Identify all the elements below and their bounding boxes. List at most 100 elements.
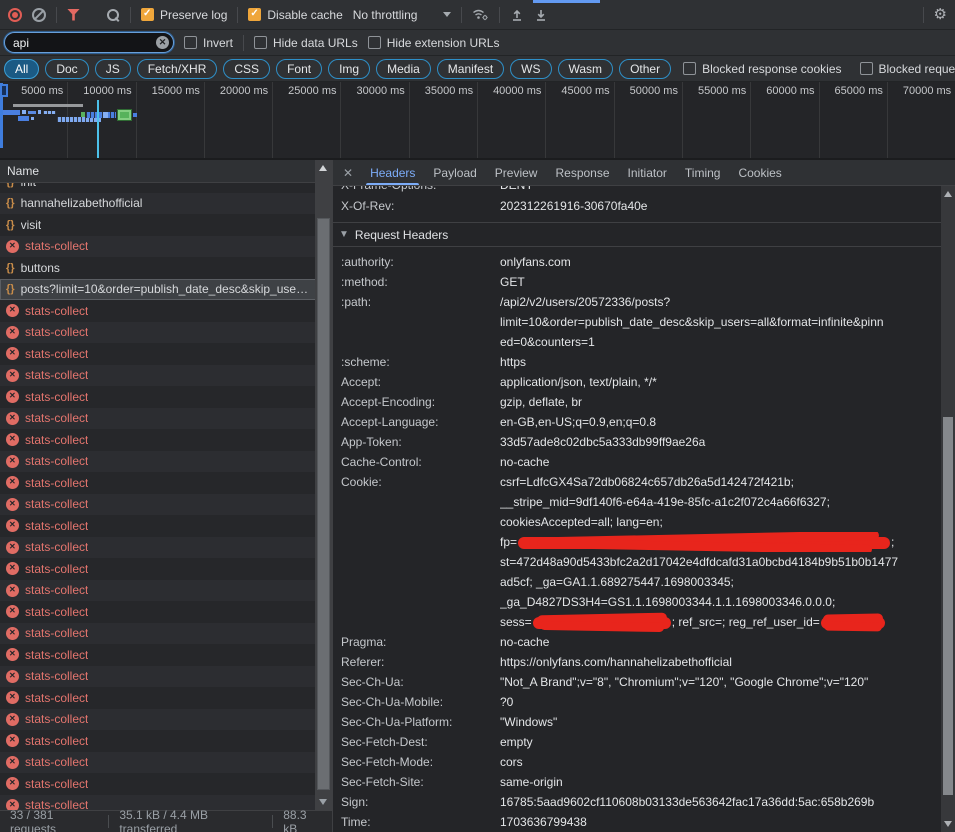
request-row[interactable]: {}visit [0,214,332,236]
request-row[interactable]: stats-collect [0,322,332,344]
tab-response[interactable]: Response [546,160,618,185]
header-value-line: _ga_D4827DS3H4=GS1.1.1698003344.1.1.1698… [500,592,941,612]
close-icon[interactable]: ✕ [341,166,361,180]
request-row[interactable]: stats-collect [0,515,332,537]
type-chip-media[interactable]: Media [376,59,431,79]
request-row[interactable]: {}buttons [0,257,332,279]
status-divider [272,815,273,828]
request-row[interactable]: {}init [0,183,332,193]
disable-cache-label: Disable cache [267,8,342,22]
settings-gear-icon[interactable]: ⚙ [934,7,947,22]
record-icon[interactable] [8,8,22,22]
type-chip-all[interactable]: All [4,59,39,79]
request-row[interactable]: stats-collect [0,558,332,580]
invert-toggle[interactable]: Invert [184,36,233,50]
scroll-down-icon[interactable] [944,821,952,827]
scrollbar-thumb[interactable] [943,417,953,795]
scroll-up-icon[interactable] [319,165,327,171]
header-name: Pragma: [333,632,500,652]
preserve-log-toggle[interactable]: Preserve log [141,8,227,22]
request-row[interactable]: stats-collect [0,623,332,645]
request-row[interactable]: stats-collect [0,300,332,322]
network-conditions-icon[interactable] [472,8,489,21]
import-har-icon[interactable] [510,8,524,22]
throttling-select[interactable]: No throttling [353,8,452,22]
request-row[interactable]: stats-collect [0,365,332,387]
type-chip-manifest[interactable]: Manifest [437,59,504,79]
clear-icon[interactable] [32,8,46,22]
checkbox-icon[interactable] [683,62,696,75]
scroll-up-icon[interactable] [944,191,952,197]
type-chip-font[interactable]: Font [276,59,322,79]
filter-toggle-blocked-requests[interactable]: Blocked requests [860,62,955,76]
request-row[interactable]: stats-collect [0,451,332,473]
header-row: Sec-Fetch-Dest:empty [333,732,941,752]
request-row[interactable]: stats-collect [0,666,332,688]
scrollbar-thumb[interactable] [317,218,330,790]
filter-icon[interactable] [67,9,80,21]
request-row[interactable]: stats-collect [0,429,332,451]
type-chip-js[interactable]: JS [95,59,131,79]
request-row[interactable]: stats-collect [0,601,332,623]
type-chip-css[interactable]: CSS [223,59,270,79]
request-row[interactable]: stats-collect [0,730,332,752]
hide-extension-urls-checkbox[interactable] [368,36,381,49]
tab-cookies[interactable]: Cookies [729,160,790,185]
request-row[interactable]: stats-collect [0,537,332,559]
request-type-filters: All Doc JS Fetch/XHRCSS Font Img Media Manifest… [0,56,955,82]
type-chip-wasm[interactable]: Wasm [558,59,614,79]
hide-data-urls-toggle[interactable]: Hide data URLs [254,36,358,50]
disable-cache-toggle[interactable]: Disable cache [248,8,342,22]
network-overview[interactable]: 5000 ms10000 ms15000 ms20000 ms25000 ms3… [0,82,955,160]
request-row[interactable]: stats-collect [0,408,332,430]
tab-preview[interactable]: Preview [486,160,547,185]
detail-scrollbar[interactable] [941,186,955,832]
header-value: 33d57ade8c02dbc5a333db99ff9ae26a [500,432,941,452]
request-row[interactable]: {}hannahelizabethofficial [0,193,332,215]
clear-filter-icon[interactable]: ✕ [156,36,169,49]
request-row[interactable]: stats-collect [0,752,332,774]
search-icon[interactable] [106,8,120,22]
request-row[interactable]: {}posts?limit=10&order=publish_date_desc… [0,279,332,301]
type-chip-doc[interactable]: Doc [45,59,88,79]
request-row[interactable]: stats-collect [0,687,332,709]
tab-headers[interactable]: Headers [361,160,424,185]
type-chip-fetch-xhr[interactable]: Fetch/XHR [137,59,218,79]
preserve-log-checkbox[interactable] [141,8,154,21]
request-row[interactable]: stats-collect [0,472,332,494]
name-column-header[interactable]: Name [0,160,332,183]
scroll-down-icon[interactable] [319,799,327,805]
type-chip-ws[interactable]: WS [510,59,551,79]
request-row[interactable]: stats-collect [0,386,332,408]
checkbox-icon[interactable] [860,62,873,75]
error-icon [6,562,19,575]
request-row[interactable]: stats-collect [0,795,332,811]
type-chip-img[interactable]: Img [328,59,370,79]
request-list-scrollbar[interactable] [315,160,332,810]
hide-data-urls-checkbox[interactable] [254,36,267,49]
filter-toggle-blocked-response-cookies[interactable]: Blocked response cookies [683,62,841,76]
tab-initiator[interactable]: Initiator [619,160,676,185]
hide-extension-urls-label: Hide extension URLs [387,36,500,50]
header-row: X-Of-Rev:202312261916-30670fa40e [333,196,941,216]
type-chip-other[interactable]: Other [619,59,671,79]
request-row[interactable]: stats-collect [0,580,332,602]
request-row[interactable]: stats-collect [0,236,332,258]
tab-timing[interactable]: Timing [676,160,730,185]
request-headers-section[interactable]: ▼Request Headers [333,222,941,247]
request-row[interactable]: stats-collect [0,644,332,666]
filter-input[interactable] [4,32,174,53]
request-name: stats-collect [25,798,88,810]
toolbar-divider [923,7,924,23]
disable-cache-checkbox[interactable] [248,8,261,21]
invert-checkbox[interactable] [184,36,197,49]
request-row[interactable]: stats-collect [0,773,332,795]
error-icon [6,799,19,810]
tab-payload[interactable]: Payload [424,160,485,185]
hide-extension-urls-toggle[interactable]: Hide extension URLs [368,36,500,50]
request-row[interactable]: stats-collect [0,494,332,516]
export-har-icon[interactable] [534,8,548,22]
request-row[interactable]: stats-collect [0,709,332,731]
header-row: X-Frame-Options:DENY [333,186,941,196]
request-row[interactable]: stats-collect [0,343,332,365]
